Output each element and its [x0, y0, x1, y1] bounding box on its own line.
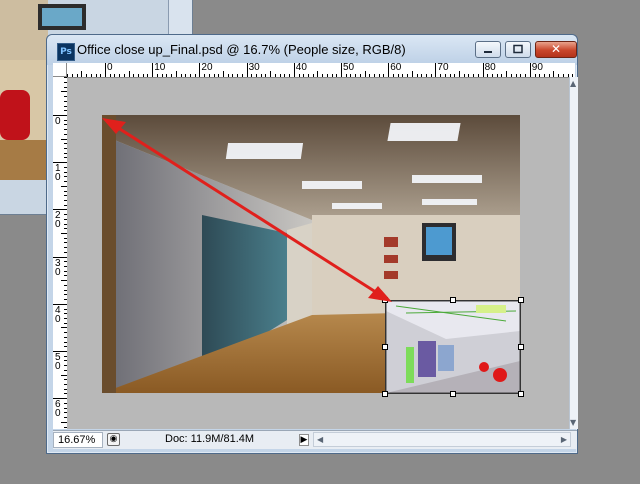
annotation-arrow	[102, 118, 392, 302]
